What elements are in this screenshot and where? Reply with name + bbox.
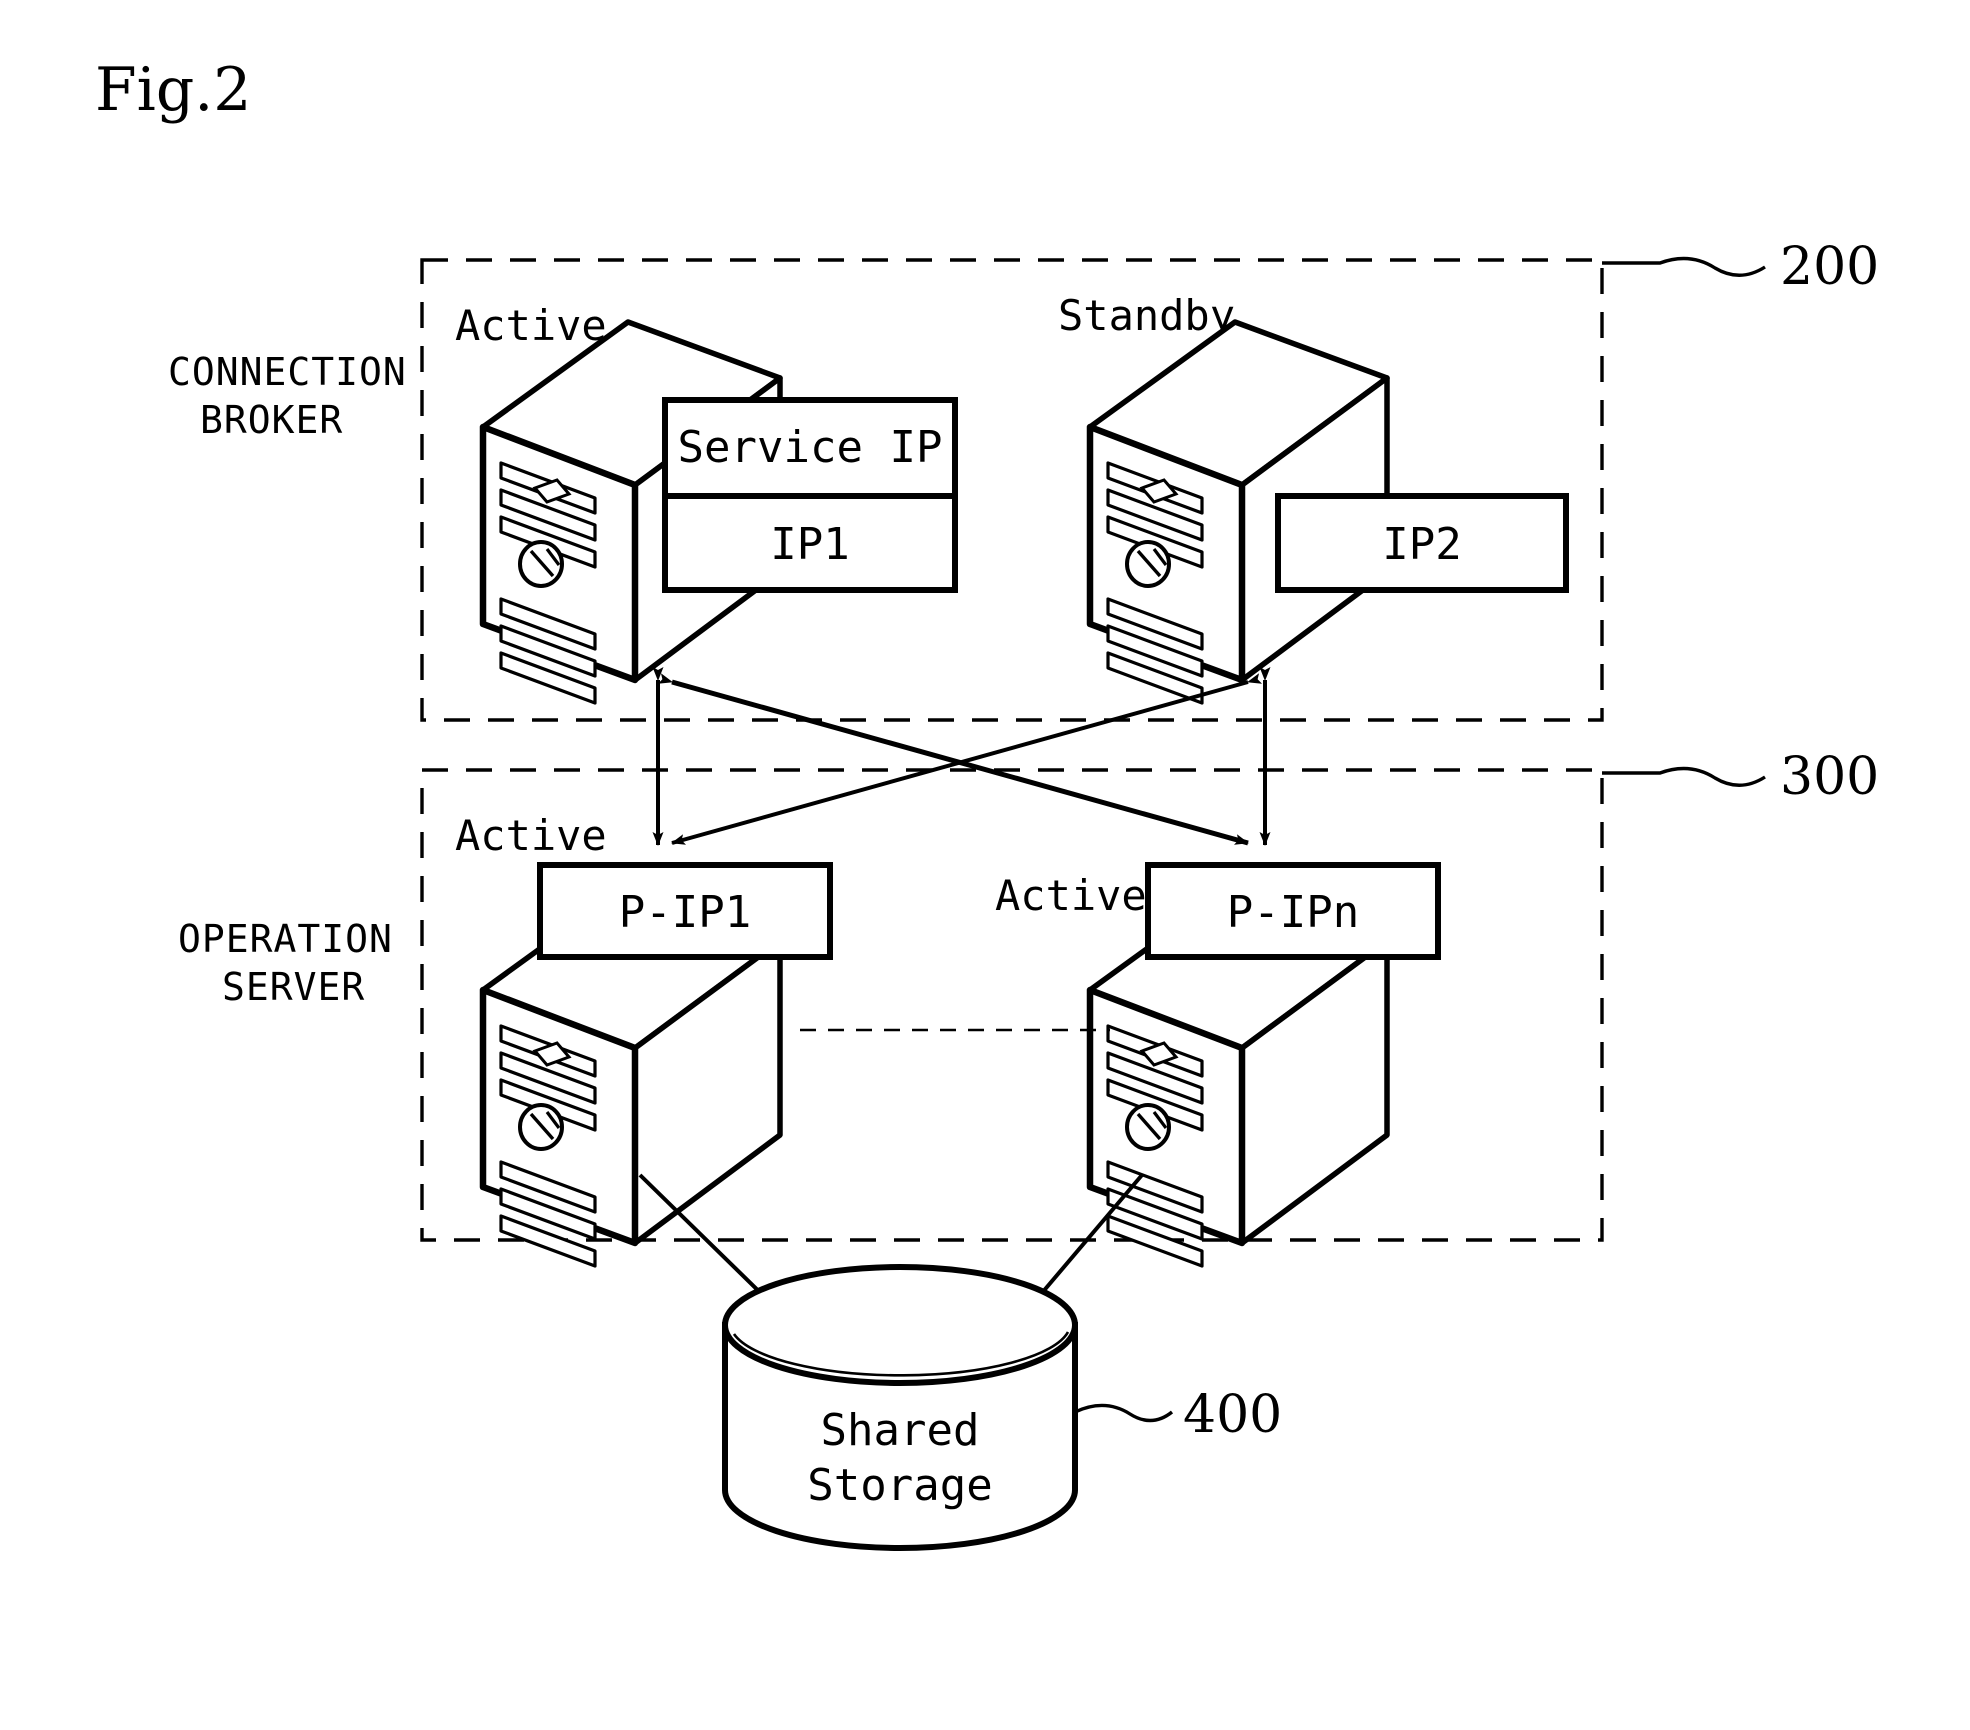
ip1-box-text: IP1: [770, 519, 849, 570]
diagram-canvas: 200 300 CONNECTION BROKER OPERATION SERV…: [168, 237, 1879, 1551]
ref-300-text: 300: [1780, 747, 1879, 807]
ref-200-leader: [1602, 256, 1766, 277]
p-ipn-stack: P-IPn: [1145, 862, 1441, 960]
figure-root: Fig.2 200 300 CONNECTION BROKER OPERATIO…: [0, 0, 1970, 1730]
shared-storage-line2: Storage: [807, 1460, 992, 1511]
shared-storage-cylinder: Shared Storage: [722, 1264, 1078, 1551]
broker-standby-state-label: Standby: [1058, 291, 1235, 340]
ref-400-text: 400: [1183, 1385, 1282, 1445]
p-ip1-box-text: P-IP1: [619, 887, 751, 938]
broker-active-state-label: Active: [455, 301, 607, 350]
connection-broker-label-line1: CONNECTION: [168, 350, 407, 394]
ref-300-leader: [1602, 766, 1766, 787]
link-opserver1-to-storage: [638, 1173, 777, 1309]
ip2-box-text: IP2: [1382, 519, 1461, 570]
shared-storage-line1: Shared: [821, 1405, 980, 1456]
service-ip-box-text: Service IP: [678, 422, 943, 473]
service-ip-stack: Service IP IP1: [662, 397, 958, 593]
p-ipn-box-text: P-IPn: [1227, 887, 1359, 938]
ref-200-text: 200: [1780, 237, 1879, 297]
p-ip1-stack: P-IP1: [537, 862, 833, 960]
ref-400-leader: [1074, 1403, 1174, 1423]
operation-server-label-line1: OPERATION: [178, 917, 393, 961]
operation-server-1-state-label: Active: [455, 811, 607, 860]
operation-server-n-state-label: Active: [995, 871, 1147, 920]
ip2-stack: IP2: [1275, 493, 1569, 593]
operation-server-label-line2: SERVER: [222, 965, 365, 1009]
connection-broker-label-line2: BROKER: [200, 398, 343, 442]
